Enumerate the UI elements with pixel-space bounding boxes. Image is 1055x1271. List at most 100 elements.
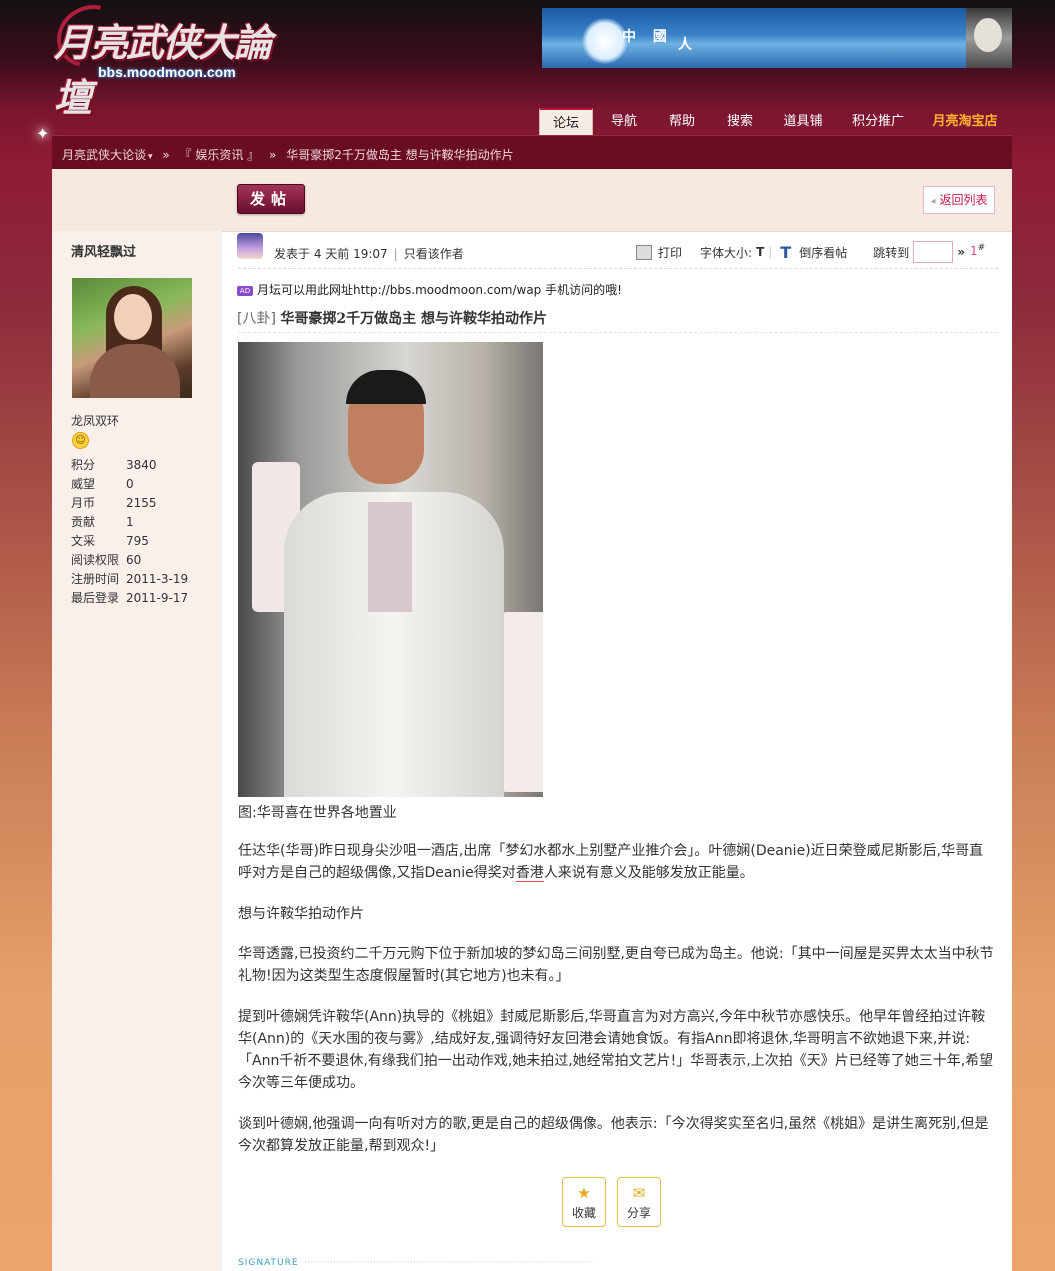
star-icon: ★ [577,1184,591,1202]
favorite-label: 收藏 [571,1206,596,1220]
breadcrumb: 月亮武侠大论谈 ▾ » 『 娱乐资讯 』 » 华哥豪掷2千万做岛主 想与许鞍华拍动… [52,135,1012,170]
stat-value: 60 [126,553,142,567]
stat-value: 2155 [126,496,157,510]
ad-text: 月坛可以用此网址http://bbs.moodmoon.com/wap 手机访问… [257,283,622,297]
signature-divider: SIGNATURE ······························… [238,1258,778,1268]
nav-item-shop[interactable]: 道具铺 [771,108,835,134]
breadcrumb-home[interactable]: 月亮武侠大论谈 [62,148,146,162]
banner-text: 中 國 [622,29,673,45]
back-to-list-button[interactable]: 返回列表 [923,186,995,214]
new-post-button[interactable]: 发帖 [237,184,305,214]
chevron-down-icon[interactable]: ▾ [148,152,153,162]
post-subheading: 想与许鞍华拍动作片 [238,906,364,922]
ad-badge-icon: AD [237,286,253,296]
breadcrumb-current: 华哥豪掷2千万做岛主 想与许鞍华拍动作片 [286,148,514,162]
share-button[interactable]: ✉ 分享 [617,1177,661,1227]
print-link[interactable]: 打印 [658,244,682,261]
banner-portrait [966,8,1012,68]
breadcrumb-sep: » [269,148,277,162]
nav-item-promote[interactable]: 积分推广 [835,108,921,134]
nav-item-help[interactable]: 帮助 [655,108,709,134]
avatar-body [90,344,180,398]
stat-key: 威望 [71,477,96,491]
post-paragraph: 华哥透露,已投资约二千万元购下位于新加坡的梦幻岛三间别墅,更自夸已成为岛主。他说… [238,946,994,984]
stat-value: 1 [126,515,134,529]
author-name[interactable]: 清风轻飘过 [71,241,136,260]
post-paragraph: 谈到叶德娴,他强调一向有听对方的歌,更是自己的超级偶像。他表示:「今次得奖实至名… [238,1116,989,1154]
stat-value: 795 [126,534,149,548]
floor-number[interactable]: 1# [970,243,985,258]
post-meta: 发表于 4 天前 19:07 | 只看该作者 [274,245,464,262]
site-logo[interactable]: 月亮武侠大論壇 bbs.moodmoon.com [45,0,272,120]
post-time: 发表于 4 天前 19:07 [274,247,388,261]
stat-row: 贡献 1 [71,513,211,532]
reverse-order-link[interactable]: 倒序看帖 [799,244,847,261]
signature-label: SIGNATURE [238,1258,299,1268]
stat-row: 威望 0 [71,475,211,494]
para-text: 人来说有意义及能够发放正能量。 [543,865,754,881]
share-icon: ✉ [632,1184,646,1202]
breadcrumb-forum[interactable]: 『 娱乐资讯 』 [180,148,260,162]
stat-key: 积分 [71,458,96,472]
main-nav: 论坛 导航 帮助 搜索 道具铺 积分推广 月亮淘宝店 [539,108,1009,136]
stat-row: 月币 2155 [71,494,211,513]
font-large-button[interactable]: T [780,243,791,262]
nav-item-guide[interactable]: 导航 [593,108,655,134]
post-paragraph: 提到叶德娴凭许鞍华(Ann)执导的《桃姐》封威尼斯影后,华哥直言为对方高兴,今年… [238,1009,994,1091]
post-title: [八卦] 华哥豪掷2千万做岛主 想与许鞍华拍动作片 [237,308,547,328]
divider [238,268,998,269]
nav-item-forum[interactable]: 论坛 [539,108,593,136]
post-paragraph: 任达华(华哥)昨日现身尖沙咀一酒店,出席「梦幻水都水上别墅产业推介会」。叶德娴(… [238,840,996,884]
post-tools: 打印 字体大小: T | T 倒序看帖 跳转到 » [636,241,965,263]
favorite-button[interactable]: ★ 收藏 [562,1177,606,1227]
divider [238,332,998,333]
font-size-label: 字体大小: [700,245,753,260]
jump-go-button[interactable]: » [957,245,965,259]
stat-key: 最后登录 [71,591,120,605]
ad-line[interactable]: AD 月坛可以用此网址http://bbs.moodmoon.com/wap 手机… [237,281,622,298]
author-rank: 龙凤双环 [71,414,120,428]
stat-row: 阅读权限 60 [71,551,211,570]
stat-key: 阅读权限 [71,553,120,567]
signature-dots: ········································… [298,1258,594,1268]
jump-floor-input[interactable] [913,241,954,263]
thread-container: 发帖 返回列表 清风轻飘过 龙凤双环 ☺ 积分 3840 威望 0 月币 2155 贡… [52,169,1012,1271]
stat-key: 月币 [71,496,96,510]
stat-key: 文采 [71,534,96,548]
stat-value: 2011-9-17 [126,591,189,605]
stat-row: 文采 795 [71,532,211,551]
sidebar-top [52,169,222,231]
post-category: [八卦] [237,311,276,327]
stat-value: 0 [126,477,134,491]
only-author-link[interactable]: 只看该作者 [404,247,464,261]
avatar-face [114,294,152,340]
stat-key: 注册时间 [71,572,120,586]
stat-value: 2011-3-19 [126,572,189,586]
stat-row: 最后登录 2011-9-17 [71,589,211,608]
thread-toolbar: 发帖 返回列表 [222,169,1012,232]
stat-key: 贡献 [71,515,96,529]
photo-shirt [368,502,412,612]
keyword-link[interactable]: 香港 [515,865,544,882]
smiley-icon: ☺ [72,432,89,449]
logo-url: bbs.moodmoon.com [98,64,236,80]
online-status-icon [237,233,263,259]
breadcrumb-sep: » [162,148,170,162]
floor-mark: # [977,243,986,253]
author-stats: 积分 3840 威望 0 月币 2155 贡献 1 文采 795 阅读权限 60 注册时间 2… [71,456,211,608]
header-banner[interactable]: 中 國 人 [542,8,1012,68]
print-icon[interactable] [636,244,652,260]
nav-item-search[interactable]: 搜索 [709,108,771,134]
meta-sep: | [393,247,398,261]
post-photo[interactable] [238,342,543,797]
stat-row: 积分 3840 [71,456,211,475]
stat-value: 3840 [126,458,157,472]
share-label: 分享 [626,1206,651,1220]
nav-item-taobao[interactable]: 月亮淘宝店 [921,108,1009,134]
floor-value: 1 [970,244,978,258]
banner-text-2: 人 [678,37,692,53]
font-small-button[interactable]: T [756,245,764,259]
avatar[interactable] [72,278,192,398]
post-title-text: 华哥豪掷2千万做岛主 想与许鞍华拍动作片 [280,311,548,327]
font-sep: | [768,245,773,259]
